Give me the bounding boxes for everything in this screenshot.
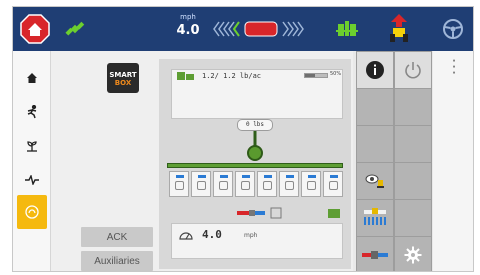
left-nav <box>13 51 51 271</box>
tractor-icon[interactable] <box>383 13 415 45</box>
camera-icon <box>365 174 384 188</box>
rate-bar-percent: 50% <box>330 71 342 77</box>
grid-cell-2-right[interactable] <box>395 89 431 125</box>
plant-icon[interactable] <box>13 129 51 163</box>
bin-indicator: 0 lbs <box>237 119 273 131</box>
flow-icon <box>362 251 388 259</box>
work-area: 1.2/ 1.2 lb/ac 50% 0 lbs 4.0 mph <box>159 59 351 269</box>
steering-wheel-icon[interactable] <box>437 13 469 45</box>
grid-cell-2-left[interactable] <box>357 89 393 125</box>
grid-cell-3-left[interactable] <box>357 126 393 162</box>
smartbox-line1: SMART <box>109 71 137 79</box>
row-unit <box>213 171 233 197</box>
settings-gear-icon <box>404 246 422 264</box>
row-unit <box>257 171 277 197</box>
row-unit <box>169 171 189 197</box>
side-scroll-area: · · · <box>433 51 473 271</box>
section-control-button[interactable] <box>357 200 393 236</box>
stop-home-icon[interactable] <box>19 13 51 45</box>
power-button[interactable] <box>395 52 431 88</box>
rate-display: 1.2/ 1.2 lb/ac 50% <box>171 69 343 119</box>
speed-unit: mph <box>180 13 196 21</box>
ground-speed-display: 4.0 mph <box>171 223 343 259</box>
kebab-menu-icon[interactable]: · · · <box>449 57 459 79</box>
power-icon <box>405 62 421 79</box>
bin-status-icon <box>328 209 340 218</box>
row-unit <box>191 171 211 197</box>
row-unit <box>301 171 321 197</box>
screen: mph 4.0 SMART BOX ACK Auxiliaries 1.2/ 1… <box>12 6 474 272</box>
flow-status-icon <box>237 207 282 219</box>
smartbox-logo: SMART BOX <box>107 63 139 93</box>
gps-satellite-icon[interactable] <box>59 13 91 45</box>
settings-button[interactable] <box>395 237 431 271</box>
ground-speed-unit: mph <box>244 232 258 239</box>
rate-icon <box>177 72 194 80</box>
steer-chevrons-icon <box>213 19 323 39</box>
function-grid <box>356 51 432 271</box>
speed-value: 4.0 <box>176 23 200 38</box>
implement-icon[interactable] <box>331 13 363 45</box>
main-panel: SMART BOX ACK Auxiliaries 1.2/ 1.2 lb/ac… <box>51 51 353 271</box>
auxiliaries-button[interactable]: Auxiliaries <box>81 251 153 271</box>
row-unit <box>235 171 255 197</box>
pulse-icon[interactable] <box>13 163 51 197</box>
camera-button[interactable] <box>357 163 393 199</box>
info-button[interactable] <box>357 52 393 88</box>
implement-boom <box>167 163 343 168</box>
home-icon[interactable] <box>13 61 51 95</box>
speedometer-icon <box>179 232 193 240</box>
grid-cell-5-right[interactable] <box>395 200 431 236</box>
info-icon <box>366 61 384 79</box>
rate-bar-fill <box>305 74 315 77</box>
rate-text: 1.2/ 1.2 lb/ac <box>202 72 262 80</box>
row-unit <box>323 171 343 197</box>
implement-hub <box>247 145 263 161</box>
sun-icon[interactable] <box>17 195 47 229</box>
ground-speed-value: 4.0 <box>202 228 222 241</box>
runner-icon[interactable] <box>13 95 51 129</box>
grid-cell-4-right[interactable] <box>395 163 431 199</box>
smartbox-line2: BOX <box>114 79 132 87</box>
ack-button[interactable]: ACK <box>81 227 153 247</box>
flow-button[interactable] <box>357 237 393 271</box>
section-control-icon <box>364 208 386 225</box>
grid-cell-3-right[interactable] <box>395 126 431 162</box>
rate-bar <box>304 73 328 78</box>
top-bar: mph 4.0 <box>13 7 473 51</box>
row-unit <box>279 171 299 197</box>
